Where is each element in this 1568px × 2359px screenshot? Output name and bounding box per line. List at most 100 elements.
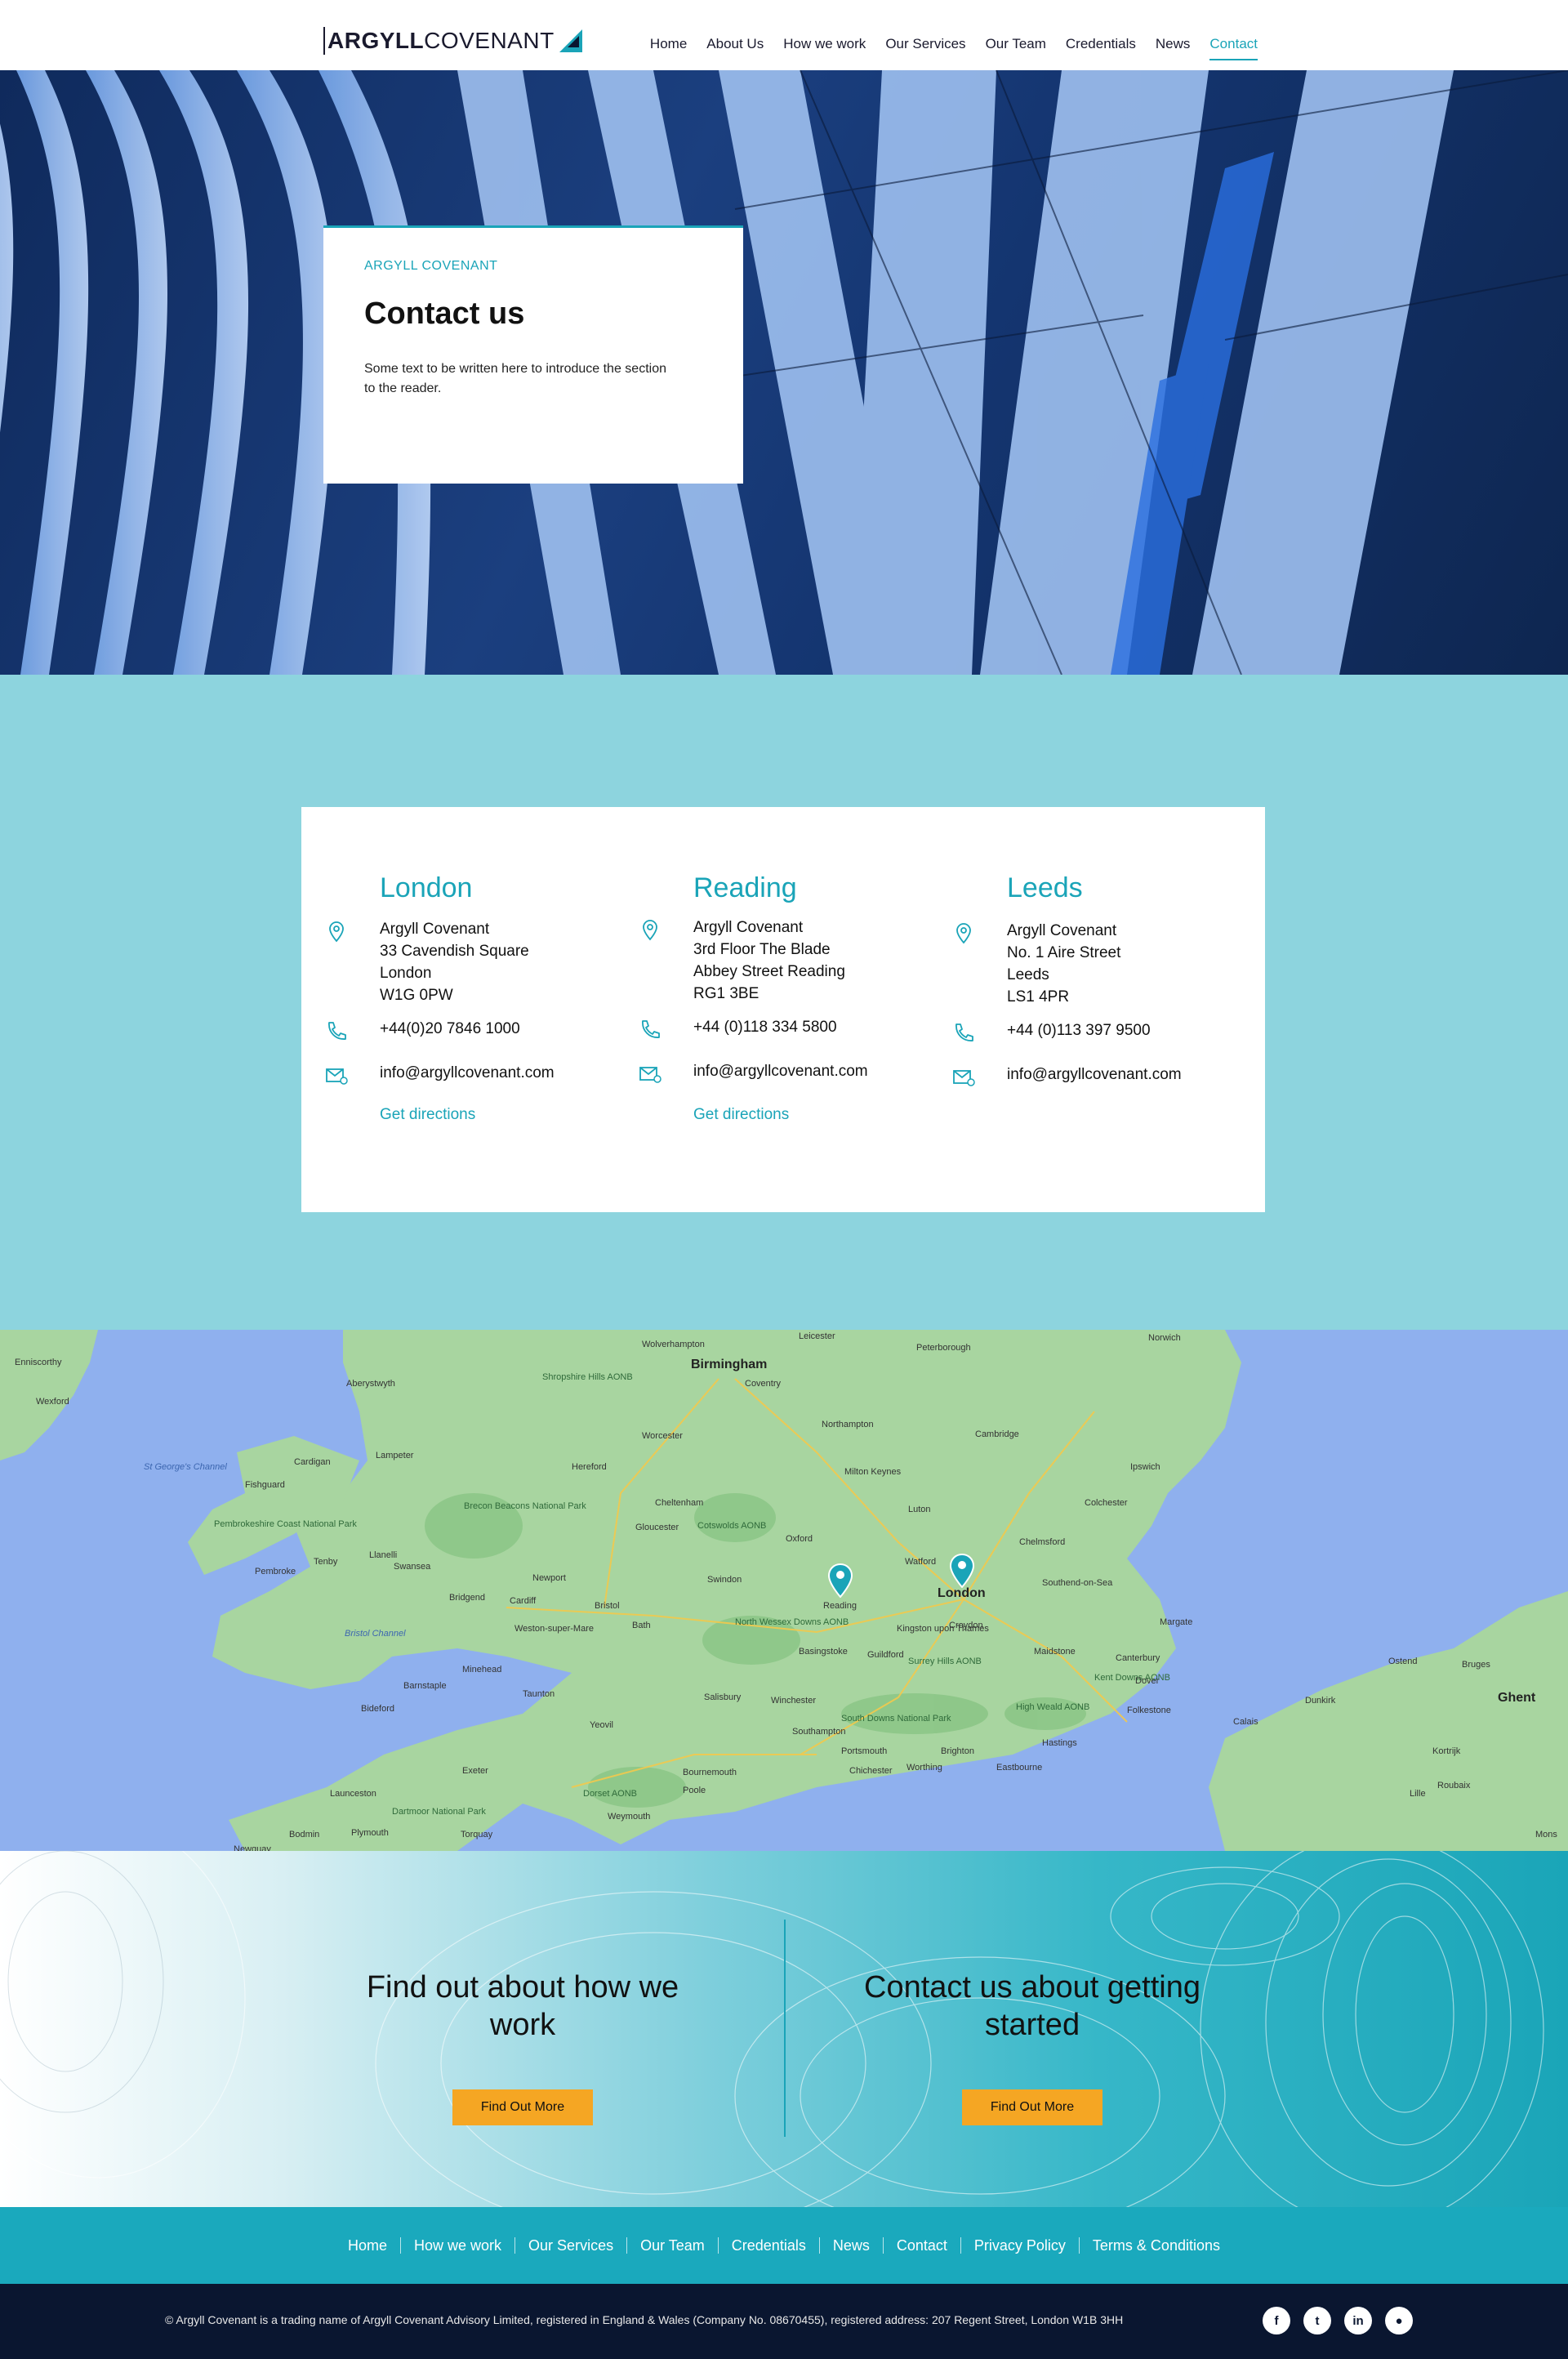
nav-contact[interactable]: Contact [1200, 36, 1267, 60]
map-label: Hastings [1042, 1738, 1077, 1748]
footer-nav: Home How we work Our Services Our Team C… [0, 2207, 1568, 2284]
map-label: Ostend [1388, 1657, 1418, 1666]
map-label: Kortrijk [1432, 1746, 1461, 1756]
footer-link-how-we-work[interactable]: How we work [400, 2237, 514, 2254]
copyright-text: © Argyll Covenant is a trading name of A… [165, 2313, 1124, 2326]
nav-our-services[interactable]: Our Services [875, 36, 975, 52]
address-line: Argyll Covenant [693, 919, 804, 936]
cta-section: Find out about how we work Find Out More… [0, 1851, 1568, 2207]
page-title: Contact us [364, 297, 525, 331]
nav-news[interactable]: News [1146, 36, 1200, 52]
logo[interactable]: ARGYLL COVENANT [323, 25, 584, 57]
map-label: North Wessex Downs AONB [735, 1617, 849, 1627]
address-line: 3rd Floor The Blade [693, 941, 831, 958]
map-label: Bristol Channel [345, 1629, 406, 1639]
map-label: Llanelli [369, 1550, 398, 1560]
footer-link-terms[interactable]: Terms & Conditions [1078, 2237, 1233, 2254]
map-label: Southend-on-Sea [1042, 1578, 1113, 1588]
nav-credentials[interactable]: Credentials [1056, 36, 1146, 52]
map-label: Luton [908, 1505, 931, 1514]
map-label: Norwich [1148, 1333, 1181, 1343]
rss-icon[interactable]: ● [1385, 2307, 1413, 2334]
footer-link-credentials[interactable]: Credentials [717, 2237, 819, 2254]
map-label: Surrey Hills AONB [908, 1657, 982, 1666]
map-label: Eastbourne [996, 1763, 1043, 1773]
map-label: Lille [1410, 1789, 1426, 1799]
map-pin-london-icon[interactable] [950, 1554, 974, 1588]
logo-triangle-icon [559, 29, 582, 52]
map-label: Pembrokeshire Coast National Park [214, 1519, 357, 1529]
map-label: Brecon Beacons National Park [464, 1501, 586, 1511]
office-email[interactable]: info@argyllcovenant.com [693, 1060, 868, 1082]
map-label: Pembroke [255, 1567, 296, 1576]
address-line: LS1 4PR [1007, 988, 1070, 1006]
map-label: Aberystwyth [346, 1379, 395, 1389]
cta-how-we-work: Find out about how we work Find Out More [335, 1969, 710, 2125]
map-label: Kingston upon Thames [897, 1624, 989, 1634]
map-label: Margate [1160, 1617, 1193, 1627]
office-email[interactable]: info@argyllcovenant.com [1007, 1064, 1182, 1086]
map-label: Winchester [771, 1696, 817, 1706]
get-directions-link[interactable]: Get directions [693, 1106, 789, 1124]
hero-card: ARGYLL COVENANT Contact us Some text to … [323, 225, 743, 484]
linkedin-icon[interactable]: in [1344, 2307, 1372, 2334]
footer-link-our-services[interactable]: Our Services [514, 2237, 626, 2254]
map-pin-reading-icon[interactable] [828, 1563, 853, 1598]
office-phone[interactable]: +44(0)20 7846 1000 [380, 1018, 520, 1040]
nav-home[interactable]: Home [640, 36, 697, 52]
office-map[interactable]: Wolverhampton Leicester Peterborough Norwic… [0, 1330, 1568, 1851]
map-label: Mons [1535, 1830, 1557, 1839]
location-pin-icon [643, 920, 657, 941]
social-links: f t in ● [1263, 2307, 1413, 2334]
map-label: Cardigan [294, 1457, 331, 1467]
nav-about-us[interactable]: About Us [697, 36, 773, 52]
footer-link-home[interactable]: Home [335, 2237, 400, 2254]
map-label: Watford [905, 1557, 937, 1567]
footer-link-our-team[interactable]: Our Team [626, 2237, 718, 2254]
office-city: Leeds [1007, 872, 1083, 903]
map-label: Launceston [330, 1789, 376, 1799]
find-out-more-button[interactable]: Find Out More [962, 2089, 1102, 2125]
twitter-icon[interactable]: t [1303, 2307, 1331, 2334]
facebook-icon[interactable]: f [1263, 2307, 1290, 2334]
map-label: Ghent [1498, 1691, 1536, 1705]
office-phone[interactable]: +44 (0)113 397 9500 [1007, 1019, 1151, 1041]
map-label: Cotswolds AONB [697, 1521, 767, 1531]
map-label: Northampton [822, 1420, 874, 1429]
map-label: Reading [823, 1601, 857, 1611]
nav-how-we-work[interactable]: How we work [773, 36, 875, 52]
map-label: Milton Keynes [844, 1467, 902, 1477]
map-label: Weymouth [608, 1812, 651, 1822]
map-label: South Downs National Park [841, 1714, 951, 1724]
map-label: Canterbury [1116, 1653, 1160, 1663]
map-label: Worcester [642, 1431, 683, 1441]
map-label: Dartmoor National Park [392, 1807, 486, 1817]
address-line: Leeds [1007, 966, 1049, 983]
office-phone[interactable]: +44 (0)118 334 5800 [693, 1016, 837, 1038]
address-line: London [380, 965, 432, 982]
phone-icon [956, 1023, 973, 1041]
map-label: Bath [632, 1621, 651, 1630]
hero-eyebrow: ARGYLL COVENANT [364, 259, 498, 273]
nav-our-team[interactable]: Our Team [976, 36, 1056, 52]
find-out-more-button[interactable]: Find Out More [452, 2089, 593, 2125]
map-label: Southampton [792, 1727, 846, 1737]
footer-link-news[interactable]: News [818, 2237, 883, 2254]
map-label: Torquay [461, 1830, 493, 1839]
map-label: Chichester [849, 1766, 893, 1776]
map-label: Plymouth [351, 1828, 389, 1838]
email-icon [953, 1070, 975, 1086]
footer-link-contact[interactable]: Contact [882, 2237, 960, 2254]
map-label: Bideford [361, 1704, 394, 1714]
map-label: Exeter [462, 1766, 488, 1776]
office-email[interactable]: info@argyllcovenant.com [380, 1062, 555, 1084]
map-label: Brighton [941, 1746, 974, 1756]
map-label: Roubaix [1437, 1781, 1471, 1790]
get-directions-link[interactable]: Get directions [380, 1106, 475, 1124]
map-label: Folkestone [1127, 1706, 1171, 1715]
map-label: London [938, 1586, 986, 1600]
map-label: Bruges [1462, 1660, 1490, 1670]
hero-architecture-image [0, 70, 1568, 675]
footer-link-privacy-policy[interactable]: Privacy Policy [960, 2237, 1079, 2254]
logo-text-bold: ARGYLL [327, 28, 425, 53]
